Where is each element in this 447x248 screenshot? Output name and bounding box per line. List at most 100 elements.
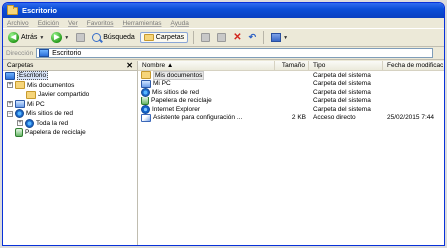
network-icon bbox=[25, 118, 34, 128]
back-button[interactable]: ◀ Atrás ▼ bbox=[6, 31, 46, 44]
file-name-cell: Papelera de reciclaje bbox=[138, 96, 275, 105]
column-header-date[interactable]: Fecha de modificación bbox=[383, 61, 443, 70]
menu-ayuda[interactable]: Ayuda bbox=[171, 20, 189, 27]
menu-herramientas[interactable]: Herramientas bbox=[123, 20, 162, 27]
file-row[interactable]: Mis documentos Carpeta del sistema bbox=[138, 71, 444, 80]
file-row[interactable]: Mis sitios de red Carpeta del sistema bbox=[138, 88, 444, 97]
main-area: Carpetas ✕ Escritorio + Mis documentos J… bbox=[3, 61, 444, 245]
tree-item-escritorio[interactable]: Escritorio bbox=[3, 71, 137, 81]
tree-item-label: Mi PC bbox=[27, 100, 45, 108]
file-row[interactable]: Papelera de reciclaje Carpeta del sistem… bbox=[138, 96, 444, 106]
file-size bbox=[275, 88, 309, 97]
file-name-cell: Mis sitios de red bbox=[138, 88, 275, 97]
window-title: Escritorio bbox=[22, 6, 58, 15]
menu-favoritos[interactable]: Favoritos bbox=[87, 20, 114, 27]
tree-item-label: Mis sitios de red bbox=[26, 110, 73, 118]
folder-tree-title: Carpetas bbox=[7, 62, 34, 69]
recycle-bin-icon bbox=[141, 96, 149, 105]
network-icon bbox=[141, 88, 150, 97]
file-type: Acceso directo bbox=[313, 114, 356, 122]
menu-bar: Archivo Edición Ver Favoritos Herramient… bbox=[3, 18, 444, 29]
tree-item-label: Escritorio bbox=[17, 71, 49, 81]
file-date bbox=[383, 97, 443, 106]
expand-icon[interactable]: + bbox=[7, 101, 13, 108]
address-bar: Dirección Escritorio bbox=[3, 47, 444, 60]
folder-icon bbox=[143, 34, 154, 41]
menu-ver[interactable]: Ver bbox=[68, 20, 78, 27]
copy-to-icon bbox=[217, 33, 227, 42]
file-size bbox=[275, 97, 309, 106]
tree-item-mi-pc[interactable]: + Mi PC bbox=[3, 100, 137, 110]
chevron-down-icon: ▼ bbox=[64, 34, 70, 41]
undo-icon: ↶ bbox=[248, 32, 257, 42]
file-name: Mi PC bbox=[153, 80, 171, 88]
expand-icon[interactable]: + bbox=[17, 120, 23, 127]
file-row[interactable]: Asistente para configuración ... 2 KB Ac… bbox=[138, 113, 444, 123]
file-row[interactable]: Mi PC Carpeta del sistema bbox=[138, 79, 444, 89]
search-button[interactable]: Búsqueda bbox=[90, 32, 137, 43]
address-input[interactable]: Escritorio bbox=[36, 48, 434, 58]
computer-icon bbox=[15, 100, 25, 109]
file-type: Carpeta del sistema bbox=[313, 71, 371, 79]
tree-item-label: Papelera de reciclaje bbox=[25, 129, 86, 137]
copy-to-button[interactable] bbox=[215, 32, 228, 43]
folder-tree-pane: Carpetas ✕ Escritorio + Mis documentos J… bbox=[3, 61, 138, 245]
tree-item-mis-documentos[interactable]: + Mis documentos bbox=[3, 81, 137, 91]
file-name: Papelera de reciclaje bbox=[151, 97, 212, 105]
undo-button[interactable]: ↶ bbox=[247, 32, 259, 43]
file-type: Carpeta del sistema bbox=[313, 97, 371, 105]
folder-icon bbox=[7, 4, 18, 15]
toolbar-separator bbox=[263, 31, 265, 44]
delete-button[interactable]: ✕ bbox=[231, 32, 243, 44]
documents-folder-icon bbox=[15, 81, 25, 90]
file-name-cell: Internet Explorer bbox=[138, 105, 275, 114]
column-header-name[interactable]: Nombre ▲ bbox=[138, 61, 275, 70]
file-row[interactable]: Internet Explorer Carpeta del sistema bbox=[138, 105, 444, 114]
file-type: Carpeta del sistema bbox=[313, 105, 371, 113]
folders-button[interactable]: Carpetas bbox=[139, 32, 189, 43]
file-size bbox=[275, 105, 309, 114]
forward-arrow-icon: ▶ bbox=[51, 32, 63, 43]
wizard-shortcut-icon bbox=[141, 113, 151, 122]
desktop-icon bbox=[39, 49, 50, 57]
forward-button[interactable]: ▶ ▼ bbox=[49, 31, 71, 44]
column-header-size[interactable]: Tamaño bbox=[275, 61, 309, 70]
file-type: Carpeta del sistema bbox=[313, 88, 371, 96]
computer-icon bbox=[141, 79, 151, 88]
tree-item-toda-la-red[interactable]: + Toda la red bbox=[3, 118, 137, 129]
file-list-header: Nombre ▲ Tamaño Tipo Fecha de modificaci… bbox=[138, 61, 444, 71]
tree-item-papelera[interactable]: Papelera de reciclaje bbox=[3, 128, 137, 138]
up-folder-button[interactable] bbox=[74, 32, 87, 43]
search-label: Búsqueda bbox=[103, 34, 135, 41]
address-label: Dirección bbox=[6, 49, 34, 57]
file-size bbox=[275, 71, 309, 80]
desktop-icon bbox=[5, 71, 15, 80]
move-to-button[interactable] bbox=[199, 32, 212, 43]
column-header-type[interactable]: Tipo bbox=[309, 61, 383, 70]
tree-item-label: Toda la red bbox=[36, 119, 69, 127]
file-type: Carpeta del sistema bbox=[313, 80, 371, 88]
back-arrow-icon: ◀ bbox=[8, 32, 19, 43]
tree-item-mis-sitios-de-red[interactable]: − Mis sitios de red bbox=[3, 109, 137, 119]
close-icon[interactable]: ✕ bbox=[126, 61, 133, 70]
file-name: Internet Explorer bbox=[152, 105, 201, 113]
menu-archivo[interactable]: Archivo bbox=[7, 20, 29, 27]
tree-item-javier-compartido[interactable]: Javier compartido bbox=[3, 90, 137, 100]
recycle-bin-icon bbox=[15, 128, 23, 138]
title-bar[interactable]: Escritorio bbox=[3, 3, 444, 18]
file-date bbox=[383, 71, 443, 80]
collapse-icon[interactable]: − bbox=[7, 110, 13, 117]
up-folder-icon bbox=[76, 33, 86, 42]
folder-icon bbox=[26, 90, 36, 99]
file-date bbox=[383, 105, 443, 114]
delete-icon: ✕ bbox=[233, 31, 242, 43]
menu-edicion[interactable]: Edición bbox=[38, 20, 59, 27]
move-to-icon bbox=[201, 33, 211, 42]
file-size bbox=[275, 80, 309, 89]
file-name-cell: Mi PC bbox=[138, 79, 275, 89]
views-button[interactable]: ▼ bbox=[269, 32, 290, 43]
file-date: 25/02/2015 7:44 bbox=[387, 114, 434, 122]
back-label: Atrás bbox=[21, 34, 38, 41]
expand-icon[interactable]: + bbox=[7, 82, 13, 89]
chevron-down-icon: ▼ bbox=[39, 34, 45, 41]
